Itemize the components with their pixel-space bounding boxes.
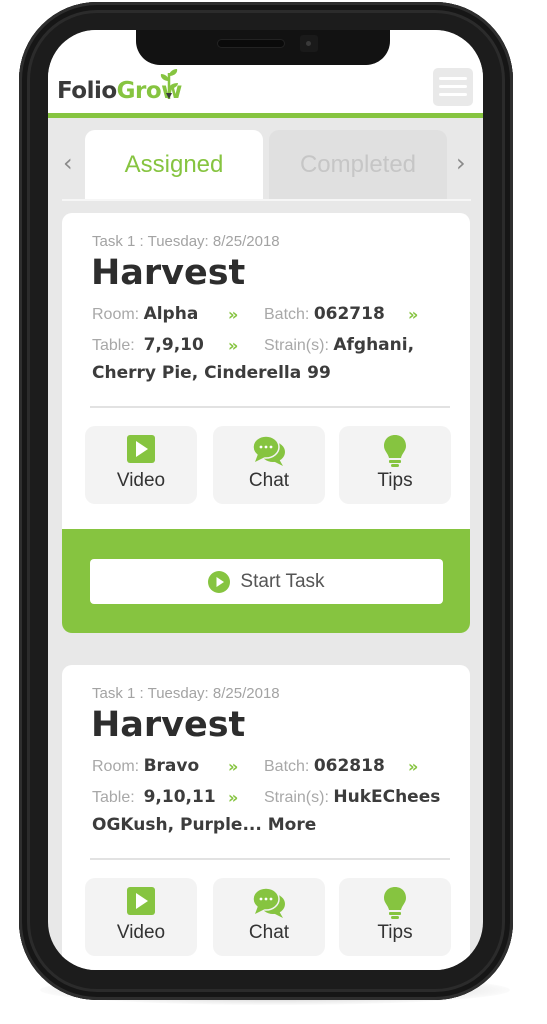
- video-play-icon: [127, 887, 155, 915]
- chevron-right-icon[interactable]: ›: [456, 149, 466, 177]
- hamburger-menu-button[interactable]: [433, 68, 473, 106]
- batch-chevron-icon[interactable]: »: [408, 305, 418, 324]
- batch-row: Batch: 062818: [264, 756, 385, 776]
- start-task-label: Start Task: [240, 570, 325, 592]
- table-label: Table:: [92, 337, 135, 354]
- strains-value: HukEChees: [333, 787, 441, 807]
- speaker-grille: [218, 40, 284, 47]
- logo-text-folio: Folio: [57, 78, 117, 104]
- task-card: Task 1 : Tuesday: 8/25/2018 Harvest Room…: [62, 665, 470, 970]
- strains-label: Strain(s):: [264, 789, 329, 806]
- tips-label: Tips: [377, 470, 413, 491]
- task-tabs: ‹ Assigned Completed ›: [48, 123, 483, 201]
- chat-bubbles-icon: [252, 435, 285, 466]
- menu-bar: [439, 77, 467, 80]
- task-actions: Video Chat Tips: [85, 426, 451, 504]
- strains-label: Strain(s):: [264, 337, 329, 354]
- task-title: Harvest: [91, 705, 246, 745]
- table-chevron-icon[interactable]: »: [228, 788, 238, 807]
- table-row: Table: 7,9,10: [92, 335, 204, 355]
- room-label: Room:: [92, 758, 140, 775]
- chat-label: Chat: [248, 922, 290, 943]
- video-label: Video: [116, 922, 166, 943]
- table-label: Table:: [92, 789, 135, 806]
- chevron-left-icon[interactable]: ‹: [63, 149, 73, 177]
- start-task-button[interactable]: Start Task: [90, 559, 443, 604]
- card-divider: [90, 406, 450, 408]
- batch-chevron-icon[interactable]: »: [408, 757, 418, 776]
- video-button[interactable]: Video: [85, 426, 197, 504]
- tips-label: Tips: [377, 922, 413, 943]
- front-camera: [300, 35, 318, 52]
- phone-notch: [136, 30, 390, 65]
- task-date: Task 1 : Tuesday: 8/25/2018: [92, 233, 280, 250]
- app-screen: FolioGrow ‹ Assigned Completed › Task 1 …: [48, 30, 483, 970]
- lightbulb-icon: [384, 887, 406, 919]
- chat-button[interactable]: Chat: [213, 426, 325, 504]
- video-button[interactable]: Video: [85, 878, 197, 956]
- strains-row: Strain(s): Afghani,: [264, 335, 414, 355]
- menu-bar: [439, 93, 467, 96]
- batch-label: Batch:: [264, 306, 310, 323]
- table-chevron-icon[interactable]: »: [228, 336, 238, 355]
- lightbulb-icon: [384, 435, 406, 467]
- room-chevron-icon[interactable]: »: [228, 757, 238, 776]
- table-row: Table: 9,10,11: [92, 787, 216, 807]
- sprout-icon: [160, 69, 178, 99]
- strains-continued: Cherry Pie, Cinderella 99: [92, 363, 331, 383]
- task-title: Harvest: [91, 253, 246, 293]
- room-label: Room:: [92, 306, 140, 323]
- tab-completed[interactable]: Completed: [269, 130, 447, 199]
- strains-value: Afghani,: [333, 335, 415, 355]
- play-circle-icon: [208, 570, 231, 593]
- table-value[interactable]: 7,9,10: [144, 335, 204, 355]
- start-task-panel: Start Task: [62, 529, 470, 633]
- chat-label: Chat: [248, 470, 290, 491]
- batch-value[interactable]: 062818: [314, 756, 385, 776]
- room-value[interactable]: Bravo: [144, 756, 200, 776]
- menu-bar: [439, 85, 467, 88]
- task-actions: Video Chat Tips: [85, 878, 451, 956]
- video-label: Video: [116, 470, 166, 491]
- chat-button[interactable]: Chat: [213, 878, 325, 956]
- tips-button[interactable]: Tips: [339, 878, 451, 956]
- batch-label: Batch:: [264, 758, 310, 775]
- chat-bubbles-icon: [252, 887, 285, 918]
- batch-value[interactable]: 062718: [314, 304, 385, 324]
- tab-assigned[interactable]: Assigned: [85, 130, 263, 199]
- task-card: Task 1 : Tuesday: 8/25/2018 Harvest Room…: [62, 213, 470, 633]
- task-date: Task 1 : Tuesday: 8/25/2018: [92, 685, 280, 702]
- strains-row: Strain(s): HukEChees: [264, 787, 440, 807]
- room-value[interactable]: Alpha: [144, 304, 199, 324]
- tips-button[interactable]: Tips: [339, 426, 451, 504]
- video-play-icon: [127, 435, 155, 463]
- room-chevron-icon[interactable]: »: [228, 305, 238, 324]
- table-value[interactable]: 9,10,11: [144, 787, 216, 807]
- room-row: Room: Alpha: [92, 304, 198, 324]
- strains-continued-more-link[interactable]: OGKush, Purple... More: [92, 815, 316, 835]
- card-divider: [90, 858, 450, 860]
- batch-row: Batch: 062718: [264, 304, 385, 324]
- room-row: Room: Bravo: [92, 756, 199, 776]
- tab-underline: [62, 199, 471, 201]
